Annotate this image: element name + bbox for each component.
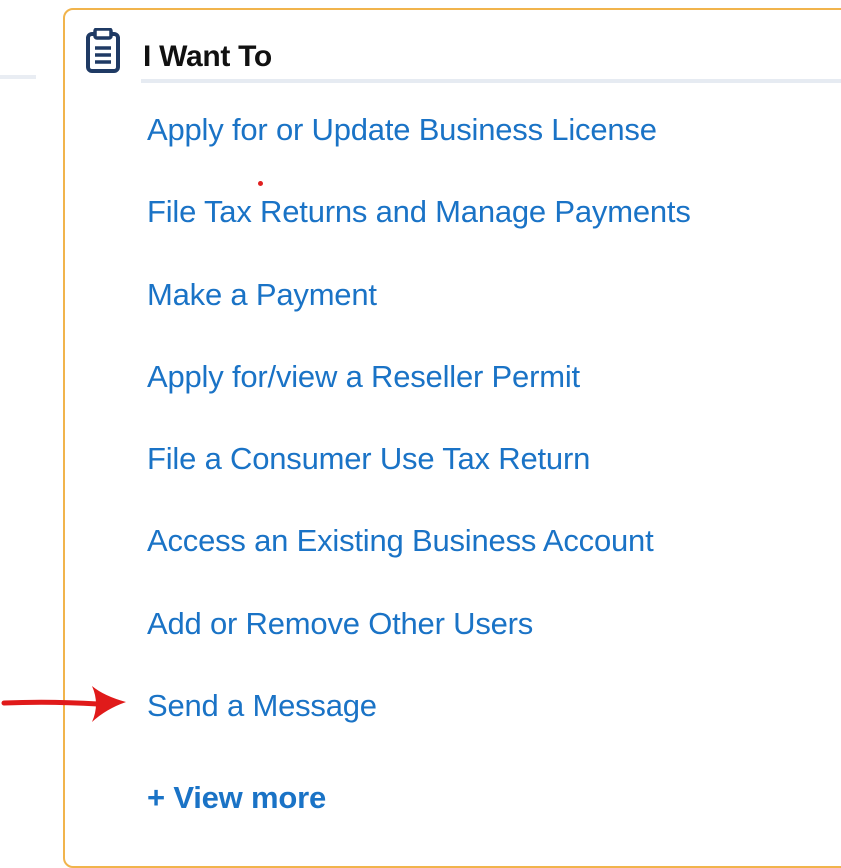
link-file-tax-returns[interactable]: File Tax Returns and Manage Payments	[147, 194, 691, 276]
view-more-link[interactable]: + View more	[147, 780, 326, 816]
link-add-remove-users[interactable]: Add or Remove Other Users	[147, 606, 691, 688]
link-make-payment[interactable]: Make a Payment	[147, 277, 691, 359]
link-access-business-account[interactable]: Access an Existing Business Account	[147, 523, 691, 605]
panel-header: I Want To	[83, 27, 841, 78]
link-send-message[interactable]: Send a Message	[147, 688, 691, 770]
panel-title: I Want To	[143, 40, 272, 73]
link-apply-update-business-license[interactable]: Apply for or Update Business License	[147, 112, 691, 194]
link-reseller-permit[interactable]: Apply for/view a Reseller Permit	[147, 359, 691, 441]
i-want-to-panel: I Want To Apply for or Update Business L…	[63, 8, 841, 868]
link-list: Apply for or Update Business License Fil…	[147, 112, 691, 770]
red-arrow-icon	[0, 682, 130, 724]
header-divider	[141, 79, 841, 83]
clipboard-icon	[83, 27, 123, 74]
link-consumer-use-tax-return[interactable]: File a Consumer Use Tax Return	[147, 441, 691, 523]
annotation-dot	[258, 181, 263, 186]
page-divider	[0, 75, 36, 79]
